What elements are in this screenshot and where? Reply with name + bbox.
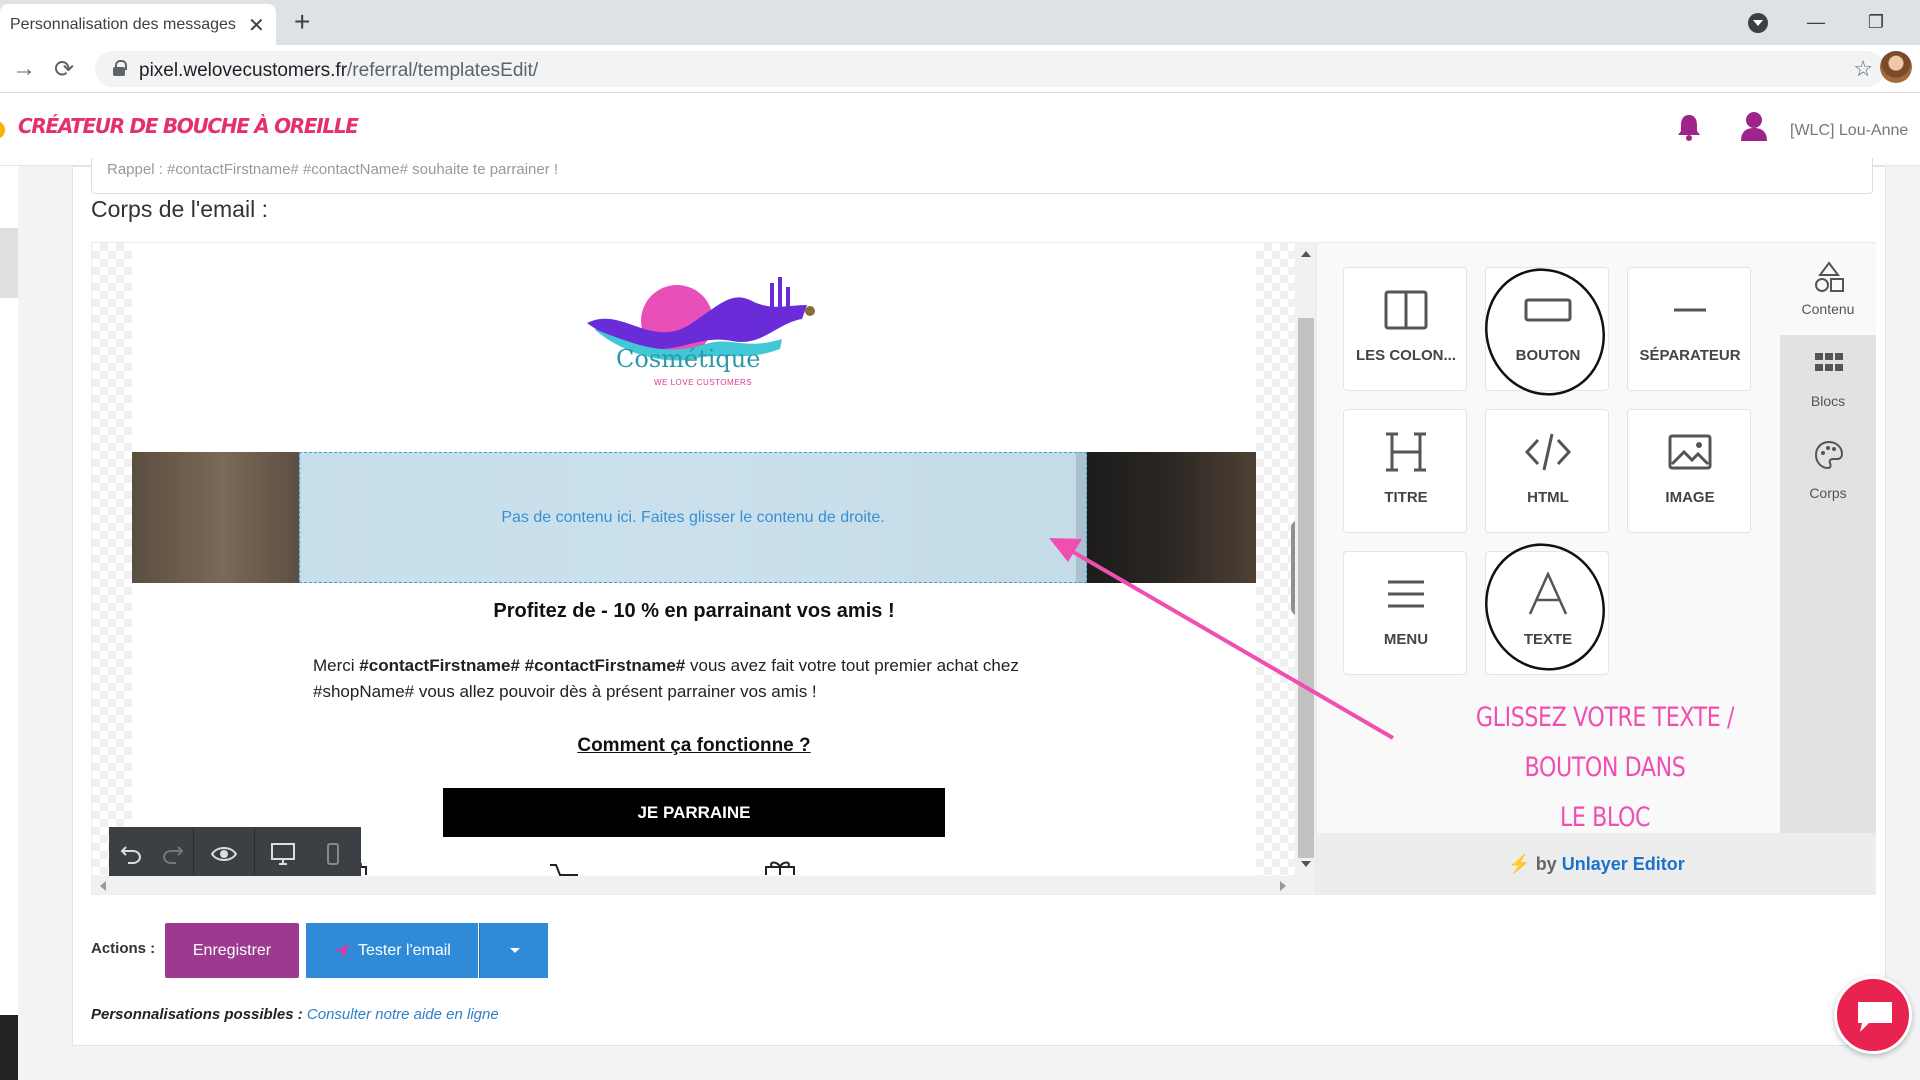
- reload-icon[interactable]: ⟳: [54, 55, 74, 84]
- tab-search-icon[interactable]: [1748, 13, 1768, 33]
- tab-blocs[interactable]: Blocs: [1780, 335, 1876, 427]
- blocks-grid-icon: [1815, 353, 1843, 371]
- scroll-left-icon[interactable]: [100, 881, 106, 891]
- scrollbar-thumb[interactable]: [1298, 318, 1314, 858]
- tab-title: Personnalisation des messages WLC: [10, 16, 240, 33]
- divider-icon: [1674, 308, 1706, 312]
- mobile-view-icon[interactable]: [311, 827, 355, 881]
- tool-divider[interactable]: SÉPARATEUR: [1627, 267, 1751, 391]
- tool-image[interactable]: IMAGE: [1627, 409, 1751, 533]
- desktop-view-icon[interactable]: [255, 827, 311, 881]
- subject-value: Rappel : #contactFirstname# #contactName…: [107, 161, 559, 178]
- brand-mark-icon: [0, 121, 5, 139]
- save-button[interactable]: Enregistrer: [165, 923, 299, 978]
- tool-columns[interactable]: LES COLON...: [1343, 267, 1467, 391]
- lock-icon: [113, 60, 127, 76]
- user-icon[interactable]: [1740, 111, 1768, 141]
- browser-tab[interactable]: Personnalisation des messages WLC ✕: [0, 4, 276, 45]
- send-icon: [335, 944, 349, 958]
- columns-icon: [1384, 290, 1428, 330]
- forward-icon[interactable]: →: [12, 55, 36, 83]
- image-icon: [1668, 434, 1712, 470]
- email-body-label: Corps de l'email :: [91, 196, 268, 222]
- button-icon: [1524, 298, 1572, 322]
- tool-menu[interactable]: MENU: [1343, 551, 1467, 675]
- new-tab-icon[interactable]: +: [294, 6, 310, 38]
- scroll-right-icon[interactable]: [1280, 881, 1286, 891]
- left-sidebar: [0, 166, 18, 1080]
- close-tab-icon[interactable]: ✕: [248, 13, 265, 38]
- heading-icon: [1386, 432, 1426, 472]
- tool-heading[interactable]: TITRE: [1343, 409, 1467, 533]
- canvas-background-right: [1256, 243, 1296, 876]
- tool-text[interactable]: TEXTE: [1485, 551, 1609, 675]
- brand-logo[interactable]: Créateur de bouche à oreille: [18, 114, 359, 138]
- empty-drop-zone[interactable]: Pas de contenu ici. Faites glisser le co…: [299, 452, 1087, 583]
- tab-corps[interactable]: Corps: [1780, 427, 1876, 519]
- canvas-horizontal-scrollbar[interactable]: [92, 876, 1315, 894]
- how-it-works-link[interactable]: Comment ça fonctionne ?: [132, 735, 1256, 757]
- test-email-dropdown[interactable]: [479, 923, 548, 978]
- canvas-vertical-scrollbar[interactable]: [1295, 243, 1315, 876]
- logo-subtitle: WE LOVE CUSTOMERS: [654, 378, 753, 387]
- scroll-down-icon[interactable]: [1301, 861, 1311, 867]
- help-link[interactable]: Consulter notre aide en ligne: [307, 1006, 499, 1023]
- text-icon: [1528, 572, 1568, 615]
- preview-eye-icon[interactable]: [194, 827, 254, 881]
- app-header: Créateur de bouche à oreille [WLC] Lou-A…: [0, 93, 1920, 166]
- sidebar-selected-item[interactable]: [0, 228, 18, 298]
- canvas-background-left: [92, 243, 132, 876]
- sidebar-footer: [0, 1015, 18, 1080]
- personalisation-help: Personnalisations possibles : Consulter …: [91, 1006, 499, 1023]
- menu-icon: [1388, 580, 1424, 608]
- promo-title[interactable]: Profitez de - 10 % en parrainant vos ami…: [132, 600, 1256, 623]
- browser-toolbar: → ⟳ pixel.welovecustomers.fr/referral/te…: [0, 45, 1920, 93]
- promo-body-text[interactable]: Merci #contactFirstname# #contactFirstna…: [313, 653, 1103, 705]
- unlayer-link[interactable]: Unlayer Editor: [1562, 854, 1685, 874]
- redo-icon[interactable]: [153, 827, 193, 881]
- url-text: pixel.welovecustomers.fr/referral/templa…: [139, 60, 539, 81]
- actions-label: Actions :: [91, 940, 156, 957]
- shapes-icon: [1815, 261, 1844, 292]
- user-name[interactable]: [WLC] Lou-Anne: [1790, 122, 1908, 140]
- logo-wordmark: Cosmétique: [616, 345, 761, 373]
- bolt-icon: ⚡: [1508, 854, 1531, 874]
- je-parraine-button[interactable]: JE PARRAINE: [443, 788, 945, 837]
- cart-icon: [550, 864, 578, 876]
- palette-icon: [1814, 440, 1844, 470]
- minimize-icon[interactable]: —: [1796, 4, 1836, 40]
- tab-contenu[interactable]: Contenu: [1780, 243, 1876, 335]
- bookmark-star-icon[interactable]: ☆: [1853, 56, 1873, 82]
- present-icon: [765, 861, 795, 875]
- email-canvas[interactable]: Cosmétique WE LOVE CUSTOMERS Pas de cont…: [91, 242, 1316, 895]
- undo-icon[interactable]: [109, 827, 153, 881]
- tool-html[interactable]: HTML: [1485, 409, 1609, 533]
- tool-button[interactable]: BOUTON: [1485, 267, 1609, 391]
- annotation-text: GLISSEZ VOTRE TEXTE / BOUTON DANS LE BLO…: [1475, 702, 1735, 833]
- profile-avatar[interactable]: [1880, 51, 1912, 83]
- address-bar[interactable]: pixel.welovecustomers.fr/referral/templa…: [95, 51, 1885, 87]
- chat-button[interactable]: [1834, 976, 1912, 1054]
- scroll-up-icon[interactable]: [1301, 251, 1311, 257]
- restore-icon[interactable]: ❐: [1856, 4, 1896, 40]
- browser-tab-bar: Personnalisation des messages WLC ✕ + — …: [0, 0, 1920, 45]
- chat-icon: [1858, 1002, 1892, 1032]
- test-email-button[interactable]: Tester l'email: [306, 923, 478, 978]
- bell-icon[interactable]: [1676, 113, 1702, 141]
- editor-toolbar: [109, 827, 361, 881]
- code-icon: [1524, 433, 1572, 471]
- panel-tabs: Contenu Blocs Corps: [1780, 243, 1876, 833]
